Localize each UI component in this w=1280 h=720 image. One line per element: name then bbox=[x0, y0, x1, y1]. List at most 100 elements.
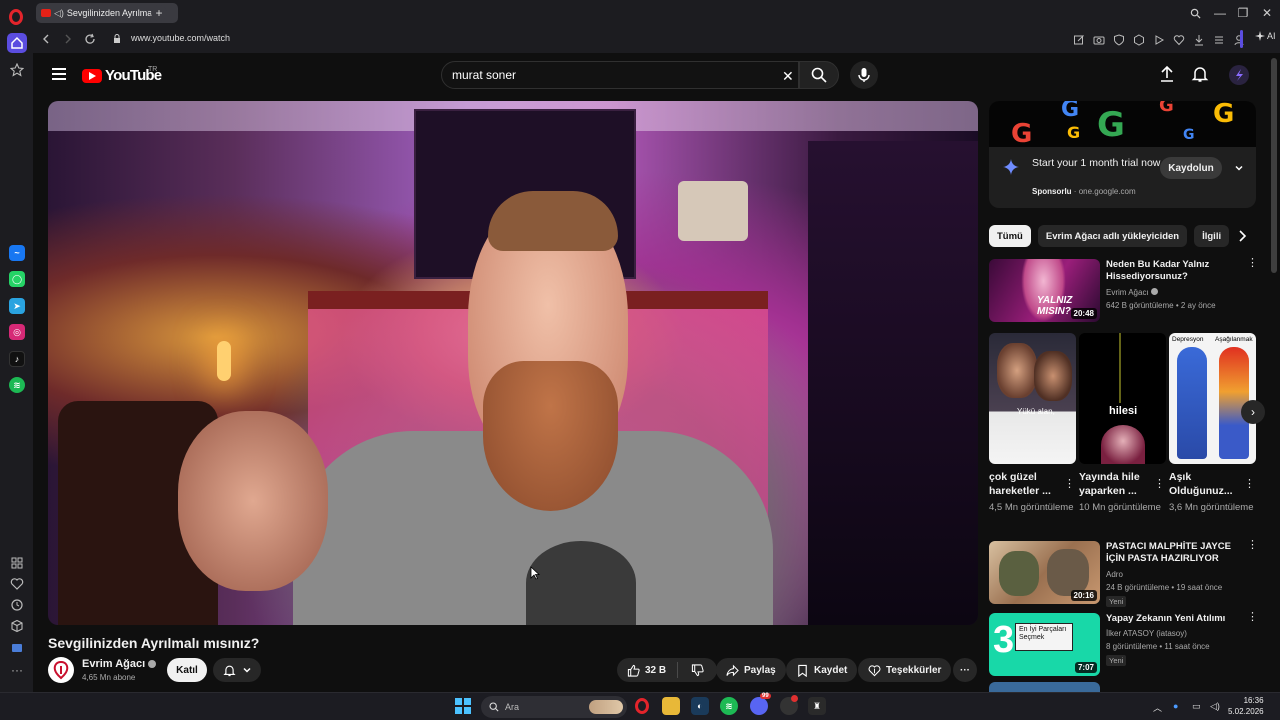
lock-icon[interactable] bbox=[113, 34, 121, 43]
more-options-icon[interactable]: ⋮ bbox=[1247, 540, 1258, 551]
spotify-icon[interactable]: ≋ bbox=[9, 377, 25, 393]
tray-chevron-icon[interactable]: ︿ bbox=[1153, 701, 1162, 714]
share-button[interactable]: Paylaş bbox=[716, 658, 786, 682]
short-item[interactable]: Yükü alan, çok güzel hareketler ... 4,5 … bbox=[989, 333, 1076, 514]
clear-search-icon[interactable]: ✕ bbox=[782, 68, 794, 85]
messenger-icon[interactable]: ~ bbox=[9, 245, 25, 261]
home-icon[interactable] bbox=[7, 33, 27, 53]
video-player[interactable] bbox=[48, 101, 978, 625]
voice-search-button[interactable] bbox=[850, 61, 878, 89]
taskbar-clock[interactable]: 16:36 5.02.2026 bbox=[1228, 695, 1264, 717]
search-box[interactable]: ✕ bbox=[441, 61, 799, 89]
cube-icon[interactable] bbox=[7, 616, 27, 636]
video-title[interactable]: PASTACI MALPHİTE JAYCE İÇİN PASTA HAZIRL… bbox=[1106, 541, 1236, 565]
minimize-icon[interactable]: — bbox=[1208, 3, 1232, 23]
player-icon[interactable] bbox=[1153, 33, 1165, 45]
join-button[interactable]: Katıl bbox=[167, 658, 207, 682]
extensions-icon[interactable] bbox=[7, 553, 27, 573]
more-options-icon[interactable]: ⋮ bbox=[1154, 477, 1165, 490]
video-thumbnail[interactable] bbox=[989, 682, 1100, 692]
download-icon[interactable] bbox=[1193, 33, 1205, 46]
subscription-bell-button[interactable] bbox=[213, 658, 261, 682]
windows-start-icon[interactable] bbox=[455, 698, 471, 714]
channel-name[interactable]: İlker ATASOY (iatasoy) bbox=[1106, 629, 1187, 638]
new-tab-button[interactable]: + bbox=[151, 5, 167, 21]
edit-icon[interactable] bbox=[1073, 33, 1085, 45]
search-tabs-icon[interactable] bbox=[1183, 3, 1207, 23]
more-options-icon[interactable]: ⋮ bbox=[1247, 612, 1258, 623]
short-title[interactable]: Aşık Olduğunuz... bbox=[1169, 470, 1239, 498]
chip-related[interactable]: İlgili bbox=[1194, 225, 1230, 247]
video-title[interactable]: Neden Bu Kadar Yalnız Hissediyorsunuz? bbox=[1106, 259, 1236, 283]
url-text[interactable]: www.youtube.com/watch bbox=[131, 33, 230, 43]
chip-all[interactable]: Tümü bbox=[989, 225, 1031, 247]
history-icon[interactable] bbox=[7, 595, 27, 615]
short-item[interactable]: Depresyon Aşağılanmak Aşık Olduğunuz... … bbox=[1169, 333, 1256, 514]
network-icon[interactable]: ▭ bbox=[1192, 701, 1201, 712]
short-thumbnail[interactable]: Depresyon Aşağılanmak bbox=[1169, 333, 1256, 464]
file-explorer-icon[interactable] bbox=[662, 697, 680, 715]
more-options-icon[interactable]: ⋮ bbox=[1244, 477, 1255, 490]
search-button[interactable] bbox=[799, 61, 839, 89]
channel-name[interactable]: Evrim Ağacı bbox=[82, 658, 157, 670]
taskbar-search[interactable]: Ara bbox=[481, 696, 627, 718]
opera-logo-icon[interactable] bbox=[9, 9, 23, 25]
upload-icon[interactable] bbox=[1158, 65, 1176, 83]
forward-icon[interactable] bbox=[60, 31, 76, 47]
channel-name[interactable]: Evrim Ağacı bbox=[1106, 288, 1158, 297]
ad-chevron-down-icon[interactable] bbox=[1234, 163, 1244, 173]
video-thumbnail[interactable]: 20:16 bbox=[989, 541, 1100, 604]
short-thumbnail[interactable]: Yükü alan, bbox=[989, 333, 1076, 464]
reload-icon[interactable] bbox=[82, 31, 98, 47]
video-thumbnail[interactable]: YALNIZ MISIN? 20:48 bbox=[989, 259, 1100, 322]
heart-icon[interactable] bbox=[7, 574, 27, 594]
list-item[interactable]: 20:16 PASTACI MALPHİTE JAYCE İÇİN PASTA … bbox=[989, 540, 1259, 607]
ad-signup-button[interactable]: Kaydolun bbox=[1160, 157, 1222, 179]
spotify-taskbar-icon[interactable]: ≋ bbox=[720, 697, 738, 715]
close-window-icon[interactable]: ✕ bbox=[1255, 3, 1279, 23]
chrome-like-icon[interactable] bbox=[780, 695, 798, 715]
notifications-bell-icon[interactable] bbox=[1191, 65, 1209, 83]
shorts-next-icon[interactable]: › bbox=[1241, 400, 1265, 424]
save-button[interactable]: Kaydet bbox=[786, 658, 858, 682]
star-icon[interactable] bbox=[7, 60, 27, 80]
sponsored-ad-card[interactable]: G G G G G G G Start your 1 month trial n… bbox=[989, 101, 1256, 208]
back-icon[interactable] bbox=[38, 31, 54, 47]
like-button[interactable]: 32 B bbox=[627, 664, 666, 677]
list-item[interactable]: 3 En İyi Parçaları Seçmek 7:07 Yapay Zek… bbox=[989, 612, 1259, 677]
more-icon[interactable]: ··· bbox=[7, 660, 27, 680]
more-actions-button[interactable]: ··· bbox=[953, 658, 977, 682]
more-options-icon[interactable]: ⋮ bbox=[1064, 477, 1075, 490]
channel-name[interactable]: Adro bbox=[1106, 570, 1123, 579]
whatsapp-icon[interactable]: ◯ bbox=[9, 271, 25, 287]
tiktok-icon[interactable]: ♪ bbox=[9, 351, 25, 367]
profile-icon[interactable] bbox=[1233, 33, 1245, 46]
thanks-button[interactable]: Teşekkürler bbox=[858, 658, 952, 682]
list-item[interactable]: YALNIZ MISIN? 20:48 Neden Bu Kadar Yalnı… bbox=[989, 258, 1259, 323]
account-avatar[interactable] bbox=[1229, 65, 1249, 85]
short-item[interactable]: hilesi Yayında hile yaparken ... 10 Mn g… bbox=[1079, 333, 1166, 514]
video-thumbnail[interactable]: 3 En İyi Parçaları Seçmek 7:07 bbox=[989, 613, 1100, 676]
steam-icon[interactable]: ◐ bbox=[691, 697, 709, 715]
channel-avatar[interactable] bbox=[48, 657, 74, 683]
bookmark-heart-icon[interactable] bbox=[1173, 33, 1185, 46]
opera-taskbar-icon[interactable] bbox=[633, 697, 651, 715]
chip-from-uploader[interactable]: Evrim Ağacı adlı yükleyiciden bbox=[1037, 225, 1188, 247]
tray-mic-icon[interactable]: ● bbox=[1173, 701, 1178, 711]
camera-icon[interactable] bbox=[1093, 33, 1105, 45]
maximize-icon[interactable]: ❐ bbox=[1231, 3, 1255, 23]
more-options-icon[interactable]: ⋮ bbox=[1247, 258, 1258, 269]
page-scrollbar[interactable] bbox=[1271, 58, 1277, 273]
ai-button[interactable]: AI bbox=[1255, 31, 1276, 41]
chips-next-icon[interactable] bbox=[1233, 227, 1251, 245]
menu-icon[interactable] bbox=[1213, 33, 1225, 45]
short-title[interactable]: çok güzel hareketler ... bbox=[989, 470, 1059, 498]
instagram-icon[interactable]: ◎ bbox=[9, 324, 25, 340]
video-title[interactable]: Yapay Zekanın Yeni Atılımı bbox=[1106, 613, 1236, 625]
short-thumbnail[interactable]: hilesi bbox=[1079, 333, 1166, 464]
telegram-icon[interactable]: ➤ bbox=[9, 298, 25, 314]
dislike-button[interactable] bbox=[683, 663, 704, 677]
speaker-icon[interactable]: ◁) bbox=[54, 8, 64, 19]
short-title[interactable]: Yayında hile yaparken ... bbox=[1079, 470, 1149, 498]
shield-icon[interactable] bbox=[1113, 33, 1125, 46]
